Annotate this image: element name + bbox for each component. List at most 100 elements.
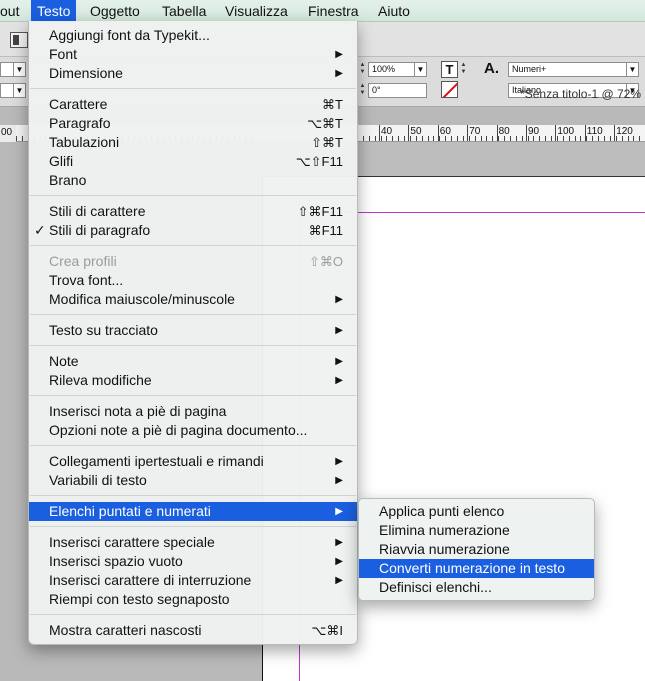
menu-testo[interactable]: Testo — [31, 0, 77, 22]
scale-field[interactable]: 100% ▼ — [368, 62, 427, 77]
menu-item[interactable]: Carattere ⌘T — [29, 95, 357, 114]
submenu-item[interactable]: Elimina numerazione — [359, 521, 594, 540]
menu-item[interactable]: Aggiungi font da Typekit... — [29, 26, 357, 45]
ruler-minor-tick — [380, 136, 382, 141]
menu-item-label: Aggiungi font da Typekit... — [49, 27, 210, 43]
ruler-minor-tick — [633, 136, 635, 141]
menu-aiuto[interactable]: Aiuto — [372, 0, 416, 22]
menu-item[interactable]: Variabili di testo ▶ — [29, 471, 357, 490]
panel-layout-icon[interactable] — [10, 32, 28, 48]
submenu-item-label: Definisci elenchi... — [379, 579, 492, 595]
submenu-arrow-icon: ▶ — [335, 325, 343, 336]
ruler-minor-tick — [368, 136, 370, 141]
menu-item-label: Stili di paragrafo — [49, 222, 151, 238]
dropdown-arrow-icon: ▼ — [414, 63, 426, 76]
menu-item-label: Riempi con testo segnaposto — [49, 591, 230, 607]
menu-about[interactable]: out — [0, 0, 25, 22]
menu-item[interactable]: Elenchi puntati e numerati ▶ — [29, 502, 357, 521]
angle-value: 0° — [372, 85, 381, 95]
menu-item-shortcut: ⇧⌘O — [308, 254, 343, 269]
ruler-minor-tick — [386, 136, 388, 141]
ruler-minor-tick — [521, 136, 523, 141]
document-tab-title[interactable]: *Senza titolo-1 @ 72% — [520, 87, 641, 101]
ruler-minor-tick — [509, 136, 511, 141]
menu-item-shortcut: ⇧⌘F11 — [297, 204, 343, 219]
menu-item[interactable]: Tabulazioni ⇧⌘T — [29, 133, 357, 152]
dropdown-arrow-icon: ▼ — [13, 63, 25, 76]
angle-stepper[interactable]: ▲ ▼ — [358, 83, 367, 98]
left-field-1[interactable]: ▼ — [0, 62, 26, 77]
menu-item[interactable]: Inserisci carattere speciale ▶ — [29, 533, 357, 552]
submenu-arrow-icon: ▶ — [335, 49, 343, 60]
menu-oggetto[interactable]: Oggetto — [84, 0, 146, 22]
scale-stepper[interactable]: ▲ ▼ — [358, 62, 367, 77]
menu-separator — [30, 195, 356, 196]
menu-item[interactable]: Rileva modifiche ▶ — [29, 371, 357, 390]
menu-item[interactable]: Inserisci nota a piè di pagina — [29, 402, 357, 421]
menu-item[interactable]: Riempi con testo segnaposto — [29, 590, 357, 609]
submenu-item[interactable]: Applica punti elenco — [359, 502, 594, 521]
left-field-2[interactable]: ▼ — [0, 83, 26, 98]
ruler-minor-tick — [533, 136, 535, 141]
menu-item[interactable]: Dimensione ▶ — [29, 64, 357, 83]
ruler-label: 100 — [557, 126, 575, 137]
submenu-item[interactable]: Definisci elenchi... — [359, 578, 594, 597]
menu-item-label: Mostra caratteri nascosti — [49, 622, 202, 638]
menu-item[interactable]: Font ▶ — [29, 45, 357, 64]
dropdown-arrow-icon: ▼ — [13, 84, 25, 97]
menu-item-label: Testo su tracciato — [49, 322, 158, 338]
menu-item-label: Glifi — [49, 153, 74, 169]
menu-visualizza[interactable]: Visualizza — [219, 0, 294, 22]
submenu-item-label: Riavvia numerazione — [379, 541, 510, 557]
menu-item[interactable]: Mostra caratteri nascosti ⌥⌘I — [29, 621, 357, 640]
ruler-minor-tick — [433, 136, 435, 141]
menu-item[interactable]: Stili di carattere ⇧⌘F11 — [29, 202, 357, 221]
ruler-minor-tick — [568, 136, 570, 141]
submenu-arrow-icon: ▶ — [335, 556, 343, 567]
menu-item-shortcut: ⌘T — [322, 97, 343, 112]
menu-tabella[interactable]: Tabella — [156, 0, 212, 22]
menu-item[interactable]: ✓ Stili di paragrafo ⌘F11 — [29, 221, 357, 240]
ruler-minor-tick — [427, 136, 429, 141]
font-style-select[interactable]: Numeri+ ▼ — [508, 62, 639, 77]
ruler-minor-tick — [486, 136, 488, 141]
menu-item[interactable]: Inserisci carattere di interruzione ▶ — [29, 571, 357, 590]
ruler-minor-tick — [580, 136, 582, 141]
no-fill-icon[interactable] — [441, 81, 458, 98]
ruler-minor-tick — [462, 136, 464, 141]
ruler-minor-tick — [415, 136, 417, 141]
ruler-minor-tick — [539, 136, 541, 141]
menu-item[interactable]: Opzioni note a piè di pagina documento..… — [29, 421, 357, 440]
menu-separator — [30, 88, 356, 89]
submenu-item-label: Applica punti elenco — [379, 503, 505, 519]
menu-item-label: Note — [49, 353, 79, 369]
submenu-item-label: Converti numerazione in testo — [379, 560, 565, 576]
menu-item[interactable]: Trova font... — [29, 271, 357, 290]
menu-item[interactable]: Modifica maiuscole/minuscole ▶ — [29, 290, 357, 309]
ruler-minor-tick — [492, 136, 494, 141]
menu-item[interactable]: Inserisci spazio vuoto ▶ — [29, 552, 357, 571]
menu-finestra[interactable]: Finestra — [302, 0, 365, 22]
type-formatting-icon[interactable]: T — [441, 61, 458, 78]
menu-item[interactable]: Note ▶ — [29, 352, 357, 371]
submenu-arrow-icon: ▶ — [335, 456, 343, 467]
menu-item[interactable]: Testo su tracciato ▶ — [29, 321, 357, 340]
submenu-arrow-icon: ▶ — [335, 356, 343, 367]
menu-item[interactable]: Paragrafo ⌥⌘T — [29, 114, 357, 133]
ruler-minor-tick — [362, 136, 364, 141]
ruler-minor-tick — [21, 136, 23, 141]
angle-field[interactable]: 0° — [368, 83, 427, 98]
menu-separator — [30, 245, 356, 246]
submenu-arrow-icon: ▶ — [335, 537, 343, 548]
submenu-arrow-icon: ▶ — [335, 68, 343, 79]
submenu-item[interactable]: Converti numerazione in testo — [359, 559, 594, 578]
menu-item[interactable]: Brano — [29, 171, 357, 190]
submenu-arrow-icon: ▶ — [335, 575, 343, 586]
ruler-minor-tick — [498, 136, 500, 141]
submenu-arrow-icon: ▶ — [335, 506, 343, 517]
menu-item[interactable]: Collegamenti ipertestuali e rimandi ▶ — [29, 452, 357, 471]
menu-item[interactable]: Glifi ⌥⇧F11 — [29, 152, 357, 171]
menubar: out Testo Oggetto Tabella Visualizza Fin… — [0, 0, 645, 22]
submenu-item[interactable]: Riavvia numerazione — [359, 540, 594, 559]
text-stepper[interactable]: ▲ ▼ — [459, 62, 468, 77]
